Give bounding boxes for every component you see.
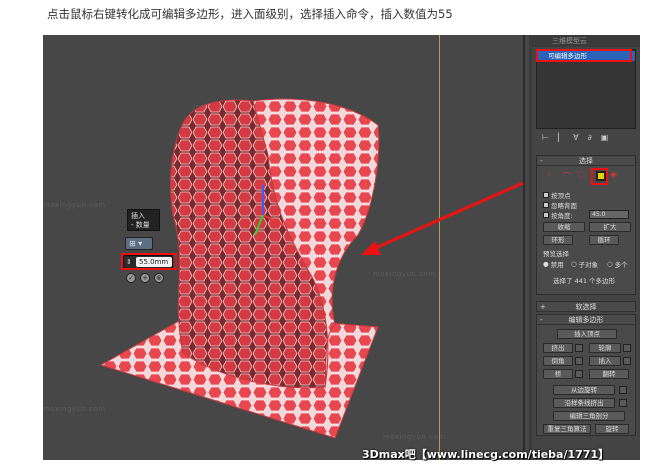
insert-vertex-button[interactable]: 插入顶点 (557, 329, 617, 339)
preview-selection-label: 预览选择 (543, 250, 569, 258)
radio-off-icon: ○ (571, 260, 577, 268)
shrink-button[interactable]: 收缩 (543, 222, 585, 232)
bridge-button[interactable]: 桥 (543, 369, 573, 379)
extrude-spline-button[interactable]: 沿样条线挤出 (553, 398, 615, 408)
angle-field[interactable]: 45.0 (589, 210, 629, 219)
by-angle-checkbox[interactable]: 按角度: (543, 210, 573, 220)
radio-off-icon: ○ (607, 260, 613, 268)
max-window: moxingyun.com moxingyun.com moxingyun.co… (43, 35, 640, 460)
selection-status: 选择了 441 个多边形 (553, 277, 616, 285)
hinge-button[interactable]: 从边旋转 (553, 385, 615, 395)
outline-button[interactable]: 轮廓 (589, 343, 621, 353)
command-panel: 三维模型云 可编辑多边形 ⊢ ▏ ∀ ∂ ▣ - 选择 ⁖ ⌒ ◌ ◈ 按顶点 忽… (532, 35, 640, 460)
loop-button[interactable]: 循环 (589, 235, 619, 245)
extrude-button[interactable]: 挤出 (543, 343, 573, 353)
pin-icon[interactable]: ⊢ (542, 133, 549, 145)
hinge-settings-icon[interactable] (619, 386, 627, 394)
ring-button[interactable]: 环形 (543, 235, 573, 245)
outline-settings-icon[interactable] (623, 344, 631, 352)
perspective-viewport[interactable]: moxingyun.com moxingyun.com moxingyun.co… (43, 35, 529, 460)
bridge-settings-icon[interactable] (575, 370, 583, 378)
inset-settings-icon[interactable] (623, 357, 631, 365)
radio-on-icon: ● (543, 260, 549, 268)
forum-banner: 3Dmax吧【www.linecg.com/tieba/1771】 (362, 448, 610, 461)
border-icon[interactable]: ◌ (578, 170, 586, 180)
edge-icon[interactable]: ⌒ (562, 170, 571, 183)
make-unique-icon[interactable]: ∂ (588, 133, 592, 145)
bevel-button[interactable]: 倒角 (543, 356, 573, 366)
preview-multi-radio[interactable]: ○ 多个 (607, 259, 628, 269)
edit-triangulation-button[interactable]: 编辑三角剖分 (553, 411, 625, 421)
element-icon[interactable]: ◈ (610, 170, 617, 180)
panel-topbar: 三维模型云 (532, 35, 640, 47)
flip-button[interactable]: 翻转 (589, 369, 629, 379)
annotation-arrow (361, 181, 524, 255)
separator-icon[interactable]: ▏ (558, 133, 564, 145)
stack-icon-row: ⊢ ▏ ∀ ∂ ▣ (536, 133, 636, 145)
ignore-backfacing-checkbox[interactable]: 忽略背面 (543, 200, 577, 210)
configure-icon[interactable]: ▣ (601, 133, 609, 145)
bevel-settings-icon[interactable] (575, 357, 583, 365)
edit-polygons-rollout: - 编辑多边形 插入顶点 挤出 轮廓 倒角 插入 桥 翻转 从边旋转 沿样条线挤出… (536, 314, 636, 436)
extrude-settings-icon[interactable] (575, 344, 583, 352)
by-vertex-checkbox[interactable]: 按顶点 (543, 190, 571, 200)
rollout-header[interactable]: - 选择 (537, 156, 635, 166)
rollout-header[interactable]: - 编辑多边形 (537, 315, 635, 325)
grow-button[interactable]: 扩大 (589, 222, 631, 232)
turn-button[interactable]: 旋转 (595, 424, 629, 434)
subobject-icons: ⁖ ⌒ ◌ ◈ (540, 170, 635, 184)
vertex-icon[interactable]: ⁖ (546, 170, 551, 180)
rollout-header[interactable]: + 软选择 (537, 302, 635, 312)
extrude-spline-settings-icon[interactable] (619, 399, 627, 407)
inset-button[interactable]: 插入 (589, 356, 621, 366)
selection-rollout: - 选择 ⁖ ⌒ ◌ ◈ 按顶点 忽略背面 按角度: 45.0 收缩 扩大 环形 … (536, 155, 636, 295)
highlight-box-stack (536, 49, 632, 62)
preview-off-radio[interactable]: ● 禁用 (543, 259, 564, 269)
preview-subobj-radio[interactable]: ○ 子对象 (571, 259, 598, 269)
instruction-caption: 点击鼠标右键转化成可编辑多边形，进入面级别，选择插入命令，插入数值为55 (47, 7, 453, 21)
retriangulate-button[interactable]: 重复三角算法 (543, 424, 591, 434)
show-end-icon[interactable]: ∀ (573, 133, 578, 145)
soft-selection-rollout[interactable]: + 软选择 (536, 301, 636, 312)
highlight-box-polygon (591, 168, 608, 185)
